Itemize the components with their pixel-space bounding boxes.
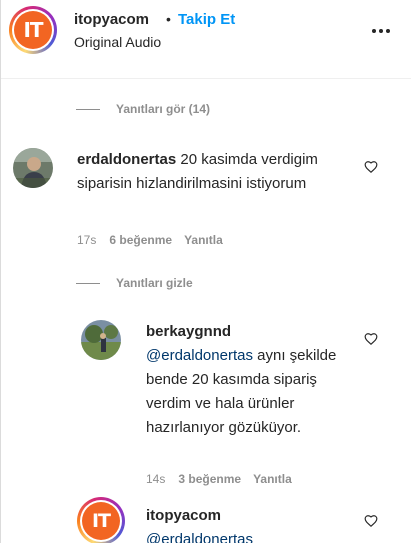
- follow-button[interactable]: Takip Et: [178, 11, 235, 28]
- comment-text: erdaldonertas 20 kasimda verdigim sipari…: [77, 148, 377, 196]
- reply-likes[interactable]: 3 beğenme: [178, 472, 241, 486]
- comment-time[interactable]: 17s: [77, 233, 96, 247]
- divider: [76, 282, 100, 284]
- reply-text: itopyacom @erdaldonertas: [146, 504, 356, 543]
- heart-icon[interactable]: [364, 514, 378, 528]
- reply-username[interactable]: itopyacom: [146, 507, 221, 524]
- hide-replies-button[interactable]: Yanıtları gizle: [76, 276, 193, 290]
- mention-link[interactable]: @erdaldonertas: [146, 531, 253, 543]
- avatar[interactable]: [13, 148, 53, 188]
- more-options-icon[interactable]: [369, 19, 393, 43]
- heart-icon[interactable]: [364, 160, 378, 174]
- comment-meta: 17s 6 beğenme Yanıtla: [77, 233, 223, 247]
- hide-replies-label: Yanıtları gizle: [116, 276, 193, 290]
- reply-button[interactable]: Yanıtla: [184, 233, 223, 247]
- comment-username[interactable]: erdaldonertas: [77, 151, 176, 168]
- audio-label[interactable]: Original Audio: [74, 34, 161, 50]
- view-replies-button[interactable]: Yanıtları gör (14): [76, 102, 210, 116]
- reply-username[interactable]: berkaygnnd: [146, 323, 231, 340]
- reply-meta: 14s 3 beğenme Yanıtla: [146, 472, 292, 486]
- divider: [76, 108, 100, 110]
- itopya-logo: IT: [14, 11, 52, 49]
- heart-icon[interactable]: [364, 332, 378, 346]
- comment-likes[interactable]: 6 beğenme: [109, 233, 172, 247]
- comments-panel: IT itopyacom • Takip Et Original Audio Y…: [0, 0, 411, 543]
- reply-text: berkaygnnd @erdaldonertas aynı şekilde b…: [146, 320, 356, 440]
- reply-time[interactable]: 14s: [146, 472, 165, 486]
- profile-avatar[interactable]: IT: [9, 6, 57, 54]
- itopya-logo: IT: [82, 502, 120, 540]
- mention-link[interactable]: @erdaldonertas: [146, 347, 253, 364]
- profile-username[interactable]: itopyacom: [74, 11, 149, 28]
- avatar[interactable]: IT: [77, 497, 125, 543]
- avatar[interactable]: [81, 320, 121, 360]
- separator-dot: •: [166, 11, 171, 27]
- post-header: IT itopyacom • Takip Et Original Audio: [1, 0, 411, 79]
- reply-button[interactable]: Yanıtla: [253, 472, 292, 486]
- view-replies-label: Yanıtları gör (14): [116, 102, 211, 116]
